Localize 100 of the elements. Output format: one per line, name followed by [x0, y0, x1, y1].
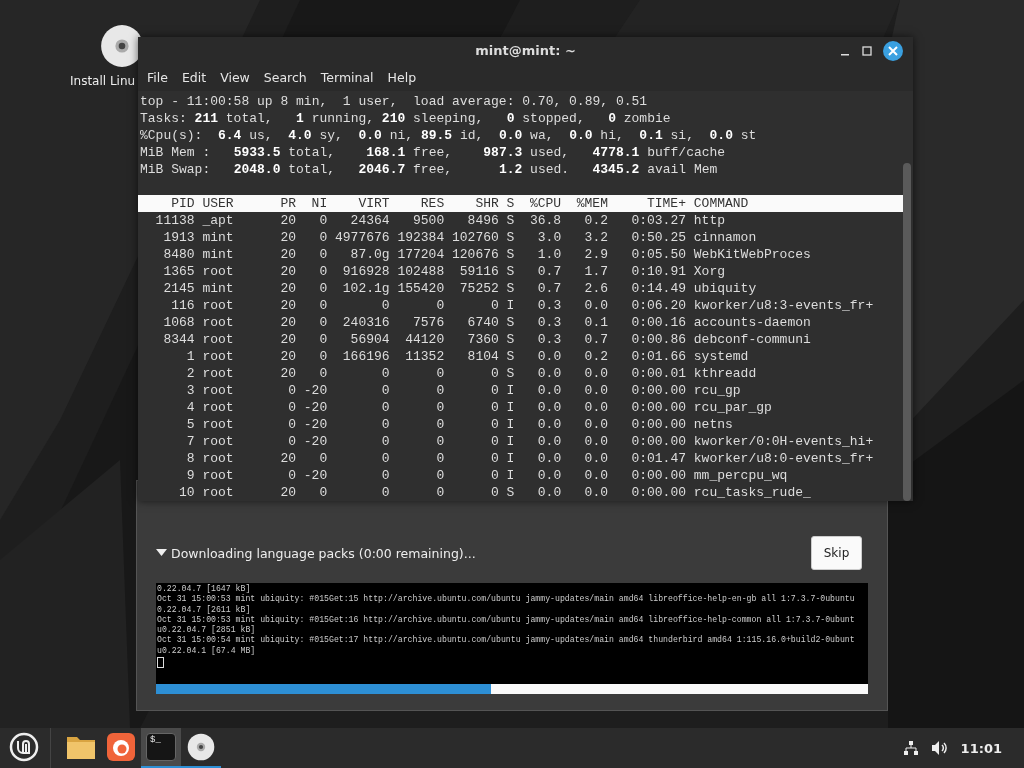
- table-cell-text: 36.8: [528, 212, 562, 229]
- table-cell-text: 0.0: [583, 450, 608, 467]
- table-cell-text: 20: [279, 280, 296, 297]
- table-cell-text: root: [202, 365, 235, 382]
- table-cell-text: 0: [435, 450, 445, 467]
- table-cell-text: 1: [185, 348, 195, 365]
- table-cell-text: 0: [318, 280, 328, 297]
- table-cell-text: _apt: [202, 212, 235, 229]
- menu-item[interactable]: Help: [380, 70, 424, 86]
- table-cell-text: 7360: [466, 331, 499, 348]
- table-cell-text: 0:01.47: [630, 450, 686, 467]
- table-cell-text: 0:00.00: [630, 433, 686, 450]
- table-cell-text: mint: [202, 229, 235, 246]
- table-cell: S: [506, 331, 515, 348]
- table-cell-text: 0.0: [536, 365, 562, 382]
- table-cell-text: 0:14.49: [630, 280, 686, 297]
- table-cell-text: 8104: [466, 348, 499, 365]
- column-header: NI: [310, 195, 328, 212]
- maximize-icon[interactable]: [861, 45, 873, 57]
- log-line: u0.22.04.7 [2851 kB]: [157, 625, 257, 635]
- table-cell-text: 0.3: [536, 297, 562, 314]
- network-icon[interactable]: [902, 740, 919, 756]
- table-cell: I: [506, 297, 515, 314]
- table-cell-text: rcu_par_gp: [693, 399, 773, 416]
- table-cell-text: root: [202, 382, 235, 399]
- table-cell-text: 0.0: [583, 416, 608, 433]
- column-header: S: [506, 195, 515, 212]
- table-cell-text: 24364: [349, 212, 390, 229]
- table-cell-text: 20: [279, 212, 296, 229]
- table-cell-text: 0: [380, 416, 390, 433]
- summary-line: top - 11:00:58 up 8 min, 1 user, load average: 0.70, 0.89, 0.51: [139, 93, 649, 110]
- table-cell-text: -20: [302, 433, 328, 450]
- menu-item[interactable]: View: [213, 70, 257, 86]
- table-cell-text: 1.7: [583, 263, 608, 280]
- table-cell-text: 0: [318, 229, 328, 246]
- taskbar-button[interactable]: $_: [141, 728, 181, 768]
- table-cell-text: 0.3: [536, 314, 562, 331]
- menu-item[interactable]: File: [140, 70, 175, 86]
- table-cell-text: root: [202, 297, 235, 314]
- table-cell-text: 0: [318, 484, 328, 501]
- table-cell-text: 3: [185, 382, 195, 399]
- table-cell-text: kworker/0:0H-events_hi+: [693, 433, 875, 450]
- table-cell-text: 4977676: [334, 229, 390, 246]
- table-cell-text: debconf-communi: [693, 331, 812, 348]
- table-cell: S: [506, 229, 515, 246]
- text-cursor: [157, 657, 164, 669]
- table-cell-text: 0:05.50: [630, 246, 686, 263]
- table-cell-text: root: [202, 433, 235, 450]
- summary-line: %Cpu(s): 6.4 us, 4.0 sy, 0.0 ni, 89.5 id, 0.0 wa, 0.0 hi, 0.1 si, 0.0 st: [139, 127, 758, 144]
- table-cell-text: 8480: [162, 246, 195, 263]
- column-header: PID: [170, 195, 195, 212]
- clock[interactable]: 11:01: [960, 740, 1002, 756]
- table-cell-text: mm_percpu_wq: [693, 467, 789, 484]
- menu-item[interactable]: Search: [256, 70, 314, 86]
- table-cell-text: 102.1g: [341, 280, 390, 297]
- log-line: Oct 31 15:00:53 mint ubiquity: #015Get:15 http://archive.ubuntu.com/ubuntu jammy-updates/main amd64 libreoffice-help-en-gb all 1:7.3.7-0ubuntu: [157, 594, 856, 605]
- table-cell: I: [506, 382, 515, 399]
- table-cell-text: root: [202, 467, 235, 484]
- table-cell-text: 20: [279, 246, 296, 263]
- summary-line: MiB Mem : 5933.5 total, 168.1 free, 987.3 used, 4778.1 buff/cache: [139, 144, 727, 161]
- table-cell-text: 0: [318, 246, 328, 263]
- table-cell-text: 240316: [341, 314, 390, 331]
- close-icon[interactable]: [883, 41, 903, 61]
- summary-line: MiB Swap: 2048.0 total, 2046.7 free, 1.2 used. 4345.2 avail Mem: [139, 161, 719, 178]
- table-cell-text: 0:00.86: [630, 331, 686, 348]
- table-cell-text: 192384: [396, 229, 445, 246]
- table-cell-text: 11138: [154, 212, 195, 229]
- table-cell-text: 0:00.00: [630, 416, 686, 433]
- table-cell-text: 6740: [466, 314, 499, 331]
- menu-item[interactable]: Terminal: [313, 70, 381, 86]
- table-cell-text: 0.1: [583, 314, 608, 331]
- column-header: SHR: [474, 195, 499, 212]
- table-cell-text: root: [202, 399, 235, 416]
- table-cell-text: 20: [279, 348, 296, 365]
- menu-item[interactable]: Edit: [174, 70, 214, 86]
- desktop-icon-label[interactable]: Install Linu: [60, 74, 136, 88]
- table-cell-text: 0: [318, 297, 328, 314]
- table-cell-text: root: [202, 416, 235, 433]
- table-cell-text: 59116: [458, 263, 499, 280]
- table-cell-text: 0: [380, 365, 390, 382]
- table-cell-text: 166196: [341, 348, 390, 365]
- table-cell-text: kworker/u8:3-events_fr+: [693, 297, 875, 314]
- table-cell-text: 20: [279, 450, 296, 467]
- table-cell-text: 916928: [341, 263, 390, 280]
- status-text[interactable]: Downloading language packs (0:00 remaining)...: [156, 545, 476, 561]
- table-cell-text: http: [693, 212, 726, 229]
- table-cell-text: 0:10.91: [630, 263, 686, 280]
- table-cell-text: 0: [435, 467, 445, 484]
- table-cell-text: 0: [380, 450, 390, 467]
- table-cell-text: -20: [302, 467, 328, 484]
- table-cell-text: 0.0: [583, 399, 608, 416]
- table-cell-text: 0.0: [536, 484, 562, 501]
- table-cell-text: mint: [202, 246, 235, 263]
- table-cell-text: root: [202, 348, 235, 365]
- table-cell-text: 0: [287, 382, 296, 399]
- table-cell-text: 44120: [404, 331, 445, 348]
- scrollbar-thumb[interactable]: [903, 163, 911, 501]
- skip-button[interactable]: Skip: [811, 536, 862, 570]
- volume-icon[interactable]: [930, 740, 949, 756]
- table-cell-text: 1913: [162, 229, 195, 246]
